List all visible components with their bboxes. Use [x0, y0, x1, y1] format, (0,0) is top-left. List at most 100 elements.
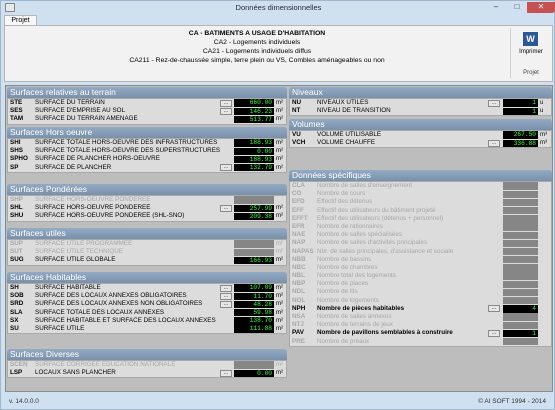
- details-button[interactable]: ...: [488, 139, 500, 147]
- field-value[interactable]: 257.99: [234, 204, 274, 212]
- field-unit: m²: [276, 249, 283, 256]
- details-button[interactable]: ...: [220, 284, 232, 292]
- field-value[interactable]: 0.00: [234, 147, 274, 155]
- field-label: Nombre de salles annexes: [317, 313, 392, 320]
- details-button[interactable]: ...: [220, 107, 232, 115]
- field-label: Effectif des détenus: [317, 198, 373, 206]
- field-value[interactable]: 4: [503, 305, 538, 313]
- field-label: NIVEAUX UTILES: [317, 99, 369, 106]
- field-row-shl: SHL SURFACE HORS-OEUVRE PONDEREE... 257.99…: [8, 204, 286, 212]
- field-row-efr: EFR Nombre de rationnaires: [290, 223, 551, 231]
- field-value[interactable]: 132.79: [234, 163, 274, 172]
- field-value[interactable]: 146.23: [234, 107, 274, 115]
- close-button[interactable]: ✕: [527, 2, 555, 13]
- field-code: SP: [10, 163, 19, 171]
- field-unit: m²: [276, 108, 283, 115]
- field-value[interactable]: 513.77: [234, 115, 274, 124]
- details-button[interactable]: ...: [220, 164, 232, 172]
- field-value[interactable]: 0.00: [234, 369, 274, 377]
- field-value[interactable]: 209.38: [234, 212, 274, 221]
- details-button[interactable]: ...: [488, 329, 500, 337]
- field-row-efd: EFD Effectif des détenus: [290, 198, 551, 207]
- project-subcategory: CA2 - Logements individuels: [213, 39, 301, 46]
- field-row-ntj: NTJ Nombre de terrains de jeux: [290, 321, 551, 329]
- project-type: CA21 - Logements individuels diffus: [202, 48, 312, 55]
- section-surfaces-habitables: Surfaces Habitables SH SURFACE HABITABLE..…: [7, 272, 287, 335]
- print-button[interactable]: W Imprimer Projet: [510, 28, 550, 78]
- field-label: SURFACE UTILE PROGRAMMEE: [35, 240, 133, 247]
- field-label: NIVEAU DE TRANSITION: [317, 107, 391, 115]
- field-value[interactable]: 660.00: [234, 99, 274, 107]
- field-label: SURFACE TOTALE HORS-OEUVRE DES SUPERSTRU…: [35, 147, 221, 155]
- details-button[interactable]: ...: [488, 99, 500, 107]
- app-icon: [5, 3, 15, 12]
- field-value: [503, 190, 538, 198]
- field-row-nbl: NBL Nombre total des logements: [290, 272, 551, 280]
- details-button[interactable]: ...: [220, 292, 232, 300]
- field-value[interactable]: 48.28: [234, 300, 274, 309]
- field-row-nt: NT NIVEAU DE TRANSITION 1 u: [290, 107, 551, 115]
- field-code: PAV: [292, 329, 305, 337]
- field-code: SCEN: [10, 361, 28, 368]
- ribbon-group-label: Projet: [523, 70, 539, 76]
- field-value[interactable]: 1: [503, 329, 538, 338]
- field-value[interactable]: 107.09: [234, 284, 274, 292]
- field-row-srd: SRD SURFACE DES LOCAUX ANNEXES NON OBLIGA…: [8, 300, 286, 309]
- field-value: [503, 215, 538, 223]
- field-value: [503, 256, 538, 264]
- field-value[interactable]: 188.93: [234, 139, 274, 147]
- field-value[interactable]: 11.70: [234, 292, 274, 300]
- field-label: Nombre de salles spécialisées: [317, 231, 403, 239]
- details-button[interactable]: ...: [488, 305, 500, 313]
- field-code: NBP: [292, 280, 306, 288]
- field-value: [503, 272, 538, 280]
- section-niveaux: Niveaux NU NIVEAUX UTILES... 1 u NT NIVEAU DE …: [289, 87, 552, 117]
- field-value[interactable]: 267.50: [503, 131, 538, 139]
- field-label: Nombre de places: [317, 280, 369, 288]
- field-row-vu: VU VOLUME UTILISABLE 267.50 m³: [290, 131, 551, 139]
- field-row-ndl: NDL Nombre de lits: [290, 288, 551, 297]
- field-value[interactable]: 188.93: [234, 155, 274, 164]
- details-button[interactable]: ...: [220, 300, 232, 308]
- field-value: [503, 198, 538, 207]
- field-code: SHI: [10, 139, 21, 146]
- field-row-pre: PRE Nombre de préaux: [290, 338, 551, 346]
- field-value[interactable]: 1: [503, 99, 538, 107]
- details-button[interactable]: ...: [220, 369, 232, 377]
- field-label: SURFACE UTILE GLOBALE: [35, 256, 116, 264]
- section-title: Surfaces Hors oeuvre: [7, 127, 287, 138]
- section-body: SHP SURFACE HORS-OEUVRE PONDEREE SHL SURFAC…: [7, 195, 287, 222]
- field-code: NAPAS: [292, 247, 314, 255]
- field-label: Nombre de préaux: [317, 337, 370, 345]
- field-unit: m²: [276, 164, 283, 171]
- field-value[interactable]: 59.98: [234, 308, 274, 317]
- maximize-button[interactable]: □: [507, 2, 527, 13]
- field-code: NOL: [292, 296, 306, 304]
- title-bar: Données dimensionnelles – □ ✕: [1, 1, 555, 15]
- field-code: SUT: [10, 248, 23, 256]
- field-code: NTJ: [292, 321, 304, 329]
- copyright-label: © AI SOFT 1994 - 2014: [478, 398, 546, 405]
- section-surfaces-diverses: Surfaces Diverses SCEN SURFACE CORRIGEE ED…: [7, 349, 287, 379]
- field-code: SU: [10, 324, 19, 332]
- field-code: EFF: [292, 206, 304, 214]
- field-code: NAP: [292, 239, 306, 247]
- field-value[interactable]: 1: [503, 107, 538, 115]
- details-button[interactable]: ...: [220, 204, 232, 212]
- field-value[interactable]: 138.70: [234, 317, 274, 325]
- section-title: Surfaces Pondérées: [7, 184, 287, 195]
- field-label: Nombre de bassins: [317, 255, 372, 263]
- field-value[interactable]: 336.88: [503, 139, 538, 147]
- field-unit: m²: [276, 325, 283, 332]
- field-row-nap: NAP Nombre de salles d'activités principa…: [290, 239, 551, 248]
- minimize-button[interactable]: –: [485, 2, 507, 13]
- field-code: VCH: [292, 139, 306, 147]
- details-button[interactable]: ...: [220, 99, 232, 107]
- field-value: [503, 231, 538, 239]
- field-label: Nombre de pièces habitables: [317, 304, 405, 312]
- field-code: NSA: [292, 313, 306, 320]
- field-row-eff: EFF Effectif des utilisateurs du bâtiment…: [290, 207, 551, 215]
- field-value[interactable]: 111.88: [234, 325, 274, 333]
- field-value[interactable]: 166.93: [234, 256, 274, 265]
- field-label: LOCAUX SANS PLANCHER: [35, 369, 116, 377]
